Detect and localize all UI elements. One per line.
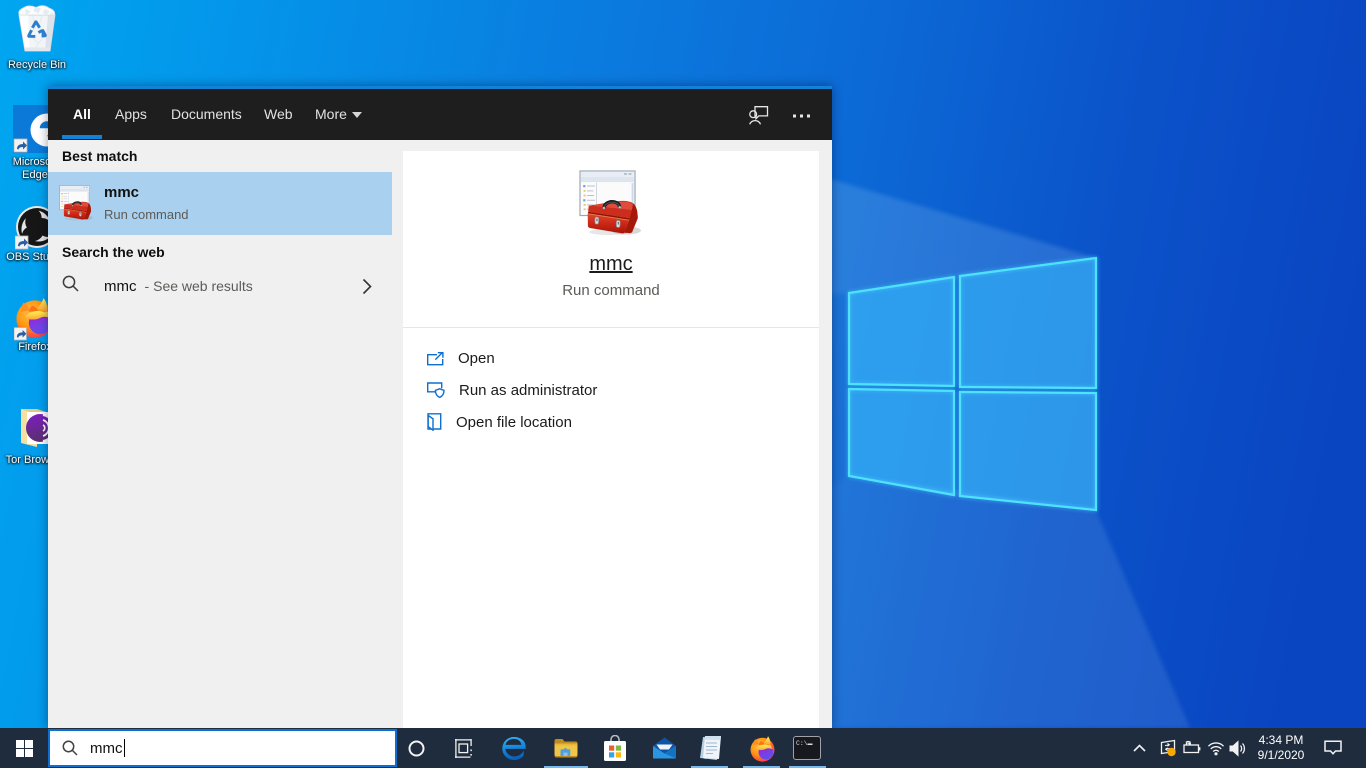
svg-text:C:\: C:\ [796, 740, 808, 747]
